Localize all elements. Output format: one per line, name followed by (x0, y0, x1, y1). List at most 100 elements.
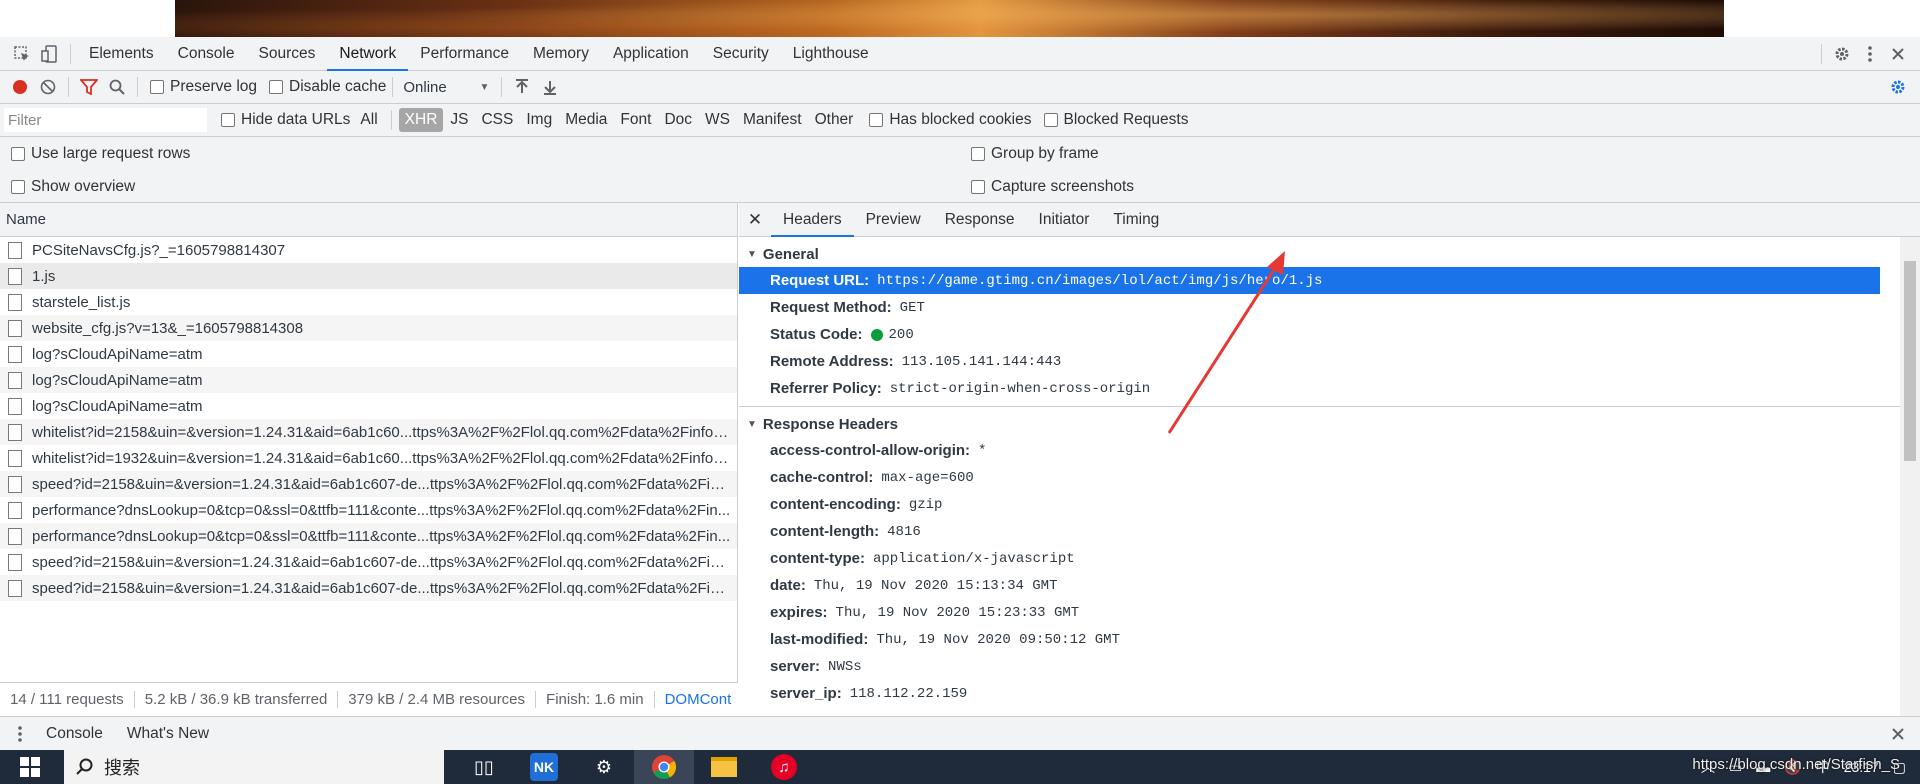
task-view-icon[interactable]: ▯▯ (454, 750, 514, 784)
response-header-row[interactable]: server: NWSs (739, 653, 1900, 680)
filter-type-font[interactable]: Font (614, 108, 657, 132)
tab-lighthouse[interactable]: Lighthouse (781, 37, 881, 71)
inspect-element-icon[interactable] (8, 40, 36, 68)
settings-gear-icon[interactable] (1828, 40, 1856, 68)
filter-type-js[interactable]: JS (444, 108, 474, 132)
general-section-header[interactable]: ▼ General (739, 241, 1900, 267)
disable-cache-checkbox[interactable]: Disable cache (269, 78, 386, 96)
details-tab-response[interactable]: Response (933, 203, 1027, 237)
filter-type-manifest[interactable]: Manifest (737, 108, 808, 132)
name-column-header[interactable]: Name (0, 203, 737, 237)
request-row[interactable]: whitelist?id=1932&uin=&version=1.24.31&a… (0, 445, 737, 471)
tab-network[interactable]: Network (327, 37, 409, 71)
settings-app-icon[interactable]: ⚙ (574, 750, 634, 784)
preserve-log-checkbox[interactable]: Preserve log (150, 78, 257, 96)
tab-memory[interactable]: Memory (521, 37, 601, 71)
response-header-row[interactable]: content-encoding: gzip (739, 491, 1900, 518)
request-row[interactable]: starstele_list.js (0, 289, 737, 315)
request-row[interactable]: whitelist?id=2158&uin=&version=1.24.31&a… (0, 419, 737, 445)
netease-music-icon[interactable]: ♫ (754, 750, 814, 784)
checkbox-box[interactable] (11, 180, 25, 194)
general-row[interactable]: Status Code: 200 (739, 321, 1900, 348)
request-row[interactable]: speed?id=2158&uin=&version=1.24.31&aid=6… (0, 575, 737, 601)
scrollbar-thumb[interactable] (1904, 261, 1916, 461)
checkbox-box[interactable] (221, 113, 235, 127)
large-rows-checkbox[interactable]: Use large request rows (11, 145, 190, 163)
group-by-frame-checkbox[interactable]: Group by frame (971, 145, 1099, 163)
response-headers-section-header[interactable]: ▼ Response Headers (739, 411, 1900, 437)
taskbar-search-box[interactable]: 搜索 (64, 750, 444, 784)
tab-elements[interactable]: Elements (77, 37, 166, 71)
close-devtools-icon[interactable] (1884, 40, 1912, 68)
filter-type-css[interactable]: CSS (475, 108, 519, 132)
filter-type-ws[interactable]: WS (699, 108, 736, 132)
tab-sources[interactable]: Sources (247, 37, 328, 71)
response-header-row[interactable]: content-type: application/x-javascript (739, 545, 1900, 572)
import-har-icon[interactable] (508, 73, 536, 101)
drawer-tab-console[interactable]: Console (34, 717, 115, 751)
details-scrollbar[interactable] (1900, 237, 1920, 716)
response-header-row[interactable]: server_ip: 118.112.22.159 (739, 680, 1900, 707)
response-header-row[interactable]: last-modified: Thu, 19 Nov 2020 09:50:12 … (739, 626, 1900, 653)
export-har-icon[interactable] (536, 73, 564, 101)
drawer-tab-whats-new[interactable]: What's New (115, 717, 221, 751)
filter-type-other[interactable]: Other (809, 108, 860, 132)
blocked-requests-checkbox[interactable]: Blocked Requests (1043, 111, 1188, 129)
request-row[interactable]: performance?dnsLookup=0&tcp=0&ssl=0&ttfb… (0, 523, 737, 549)
details-tab-initiator[interactable]: Initiator (1027, 203, 1102, 237)
record-icon[interactable] (6, 73, 34, 101)
checkbox-box[interactable] (971, 147, 985, 161)
filter-type-doc[interactable]: Doc (658, 108, 698, 132)
hide-data-urls-checkbox[interactable]: Hide data URLs (221, 111, 350, 129)
drawer-menu-icon[interactable] (6, 720, 34, 748)
general-row[interactable]: Request URL: https://game.gtimg.cn/images… (739, 267, 1880, 294)
checkbox-box[interactable] (1043, 113, 1058, 127)
request-row[interactable]: log?sCloudApiName=atm (0, 367, 737, 393)
throttling-select[interactable]: Online ▼ (399, 79, 495, 96)
chrome-app-icon[interactable] (634, 750, 694, 784)
filter-type-xhr[interactable]: XHR (398, 108, 444, 132)
filter-type-media[interactable]: Media (559, 108, 613, 132)
more-options-icon[interactable] (1856, 40, 1884, 68)
tab-console[interactable]: Console (166, 37, 247, 71)
filter-type-all[interactable]: All (354, 108, 383, 132)
request-row[interactable]: speed?id=2158&uin=&version=1.24.31&aid=6… (0, 549, 737, 575)
filter-input[interactable] (4, 108, 207, 132)
capture-screenshots-checkbox[interactable]: Capture screenshots (971, 178, 1134, 196)
request-row[interactable]: performance?dnsLookup=0&tcp=0&ssl=0&ttfb… (0, 497, 737, 523)
network-settings-gear-icon[interactable] (1884, 73, 1912, 101)
filter-icon[interactable] (75, 73, 103, 101)
general-row[interactable]: Referrer Policy: strict-origin-when-cross… (739, 375, 1900, 402)
checkbox-box[interactable] (269, 80, 284, 94)
has-blocked-cookies-checkbox[interactable]: Has blocked cookies (869, 111, 1032, 129)
domcontentloaded-link[interactable]: DOMCont (655, 691, 738, 708)
response-header-row[interactable]: content-length: 4816 (739, 518, 1900, 545)
checkbox-box[interactable] (971, 180, 985, 194)
request-row[interactable]: speed?id=2158&uin=&version=1.24.31&aid=6… (0, 471, 737, 497)
general-row[interactable]: Request Method: GET (739, 294, 1900, 321)
general-row[interactable]: Remote Address: 113.105.141.144:443 (739, 348, 1900, 375)
file-explorer-icon[interactable] (694, 750, 754, 784)
tab-application[interactable]: Application (601, 37, 701, 71)
filter-type-img[interactable]: Img (520, 108, 558, 132)
close-drawer-icon[interactable] (1884, 720, 1912, 748)
details-tab-timing[interactable]: Timing (1101, 203, 1171, 237)
search-icon[interactable] (103, 73, 131, 101)
windows-start-icon[interactable] (0, 750, 60, 784)
response-header-row[interactable]: access-control-allow-origin: * (739, 437, 1900, 464)
request-row[interactable]: log?sCloudApiName=atm (0, 341, 737, 367)
details-tab-preview[interactable]: Preview (854, 203, 933, 237)
details-tab-headers[interactable]: Headers (771, 203, 854, 237)
request-row[interactable]: log?sCloudApiName=atm (0, 393, 737, 419)
device-toolbar-icon[interactable] (36, 40, 64, 68)
tab-performance[interactable]: Performance (408, 37, 521, 71)
request-row[interactable]: 1.js (0, 263, 737, 289)
show-overview-checkbox[interactable]: Show overview (11, 178, 135, 196)
request-row[interactable]: PCSiteNavsCfg.js?_=1605798814307 (0, 237, 737, 263)
checkbox-box[interactable] (11, 147, 25, 161)
response-header-row[interactable]: expires: Thu, 19 Nov 2020 15:23:33 GMT (739, 599, 1900, 626)
checkbox-box[interactable] (150, 80, 164, 94)
request-row[interactable]: website_cfg.js?v=13&_=1605798814308 (0, 315, 737, 341)
clear-icon[interactable] (34, 73, 62, 101)
response-header-row[interactable]: date: Thu, 19 Nov 2020 15:13:34 GMT (739, 572, 1900, 599)
